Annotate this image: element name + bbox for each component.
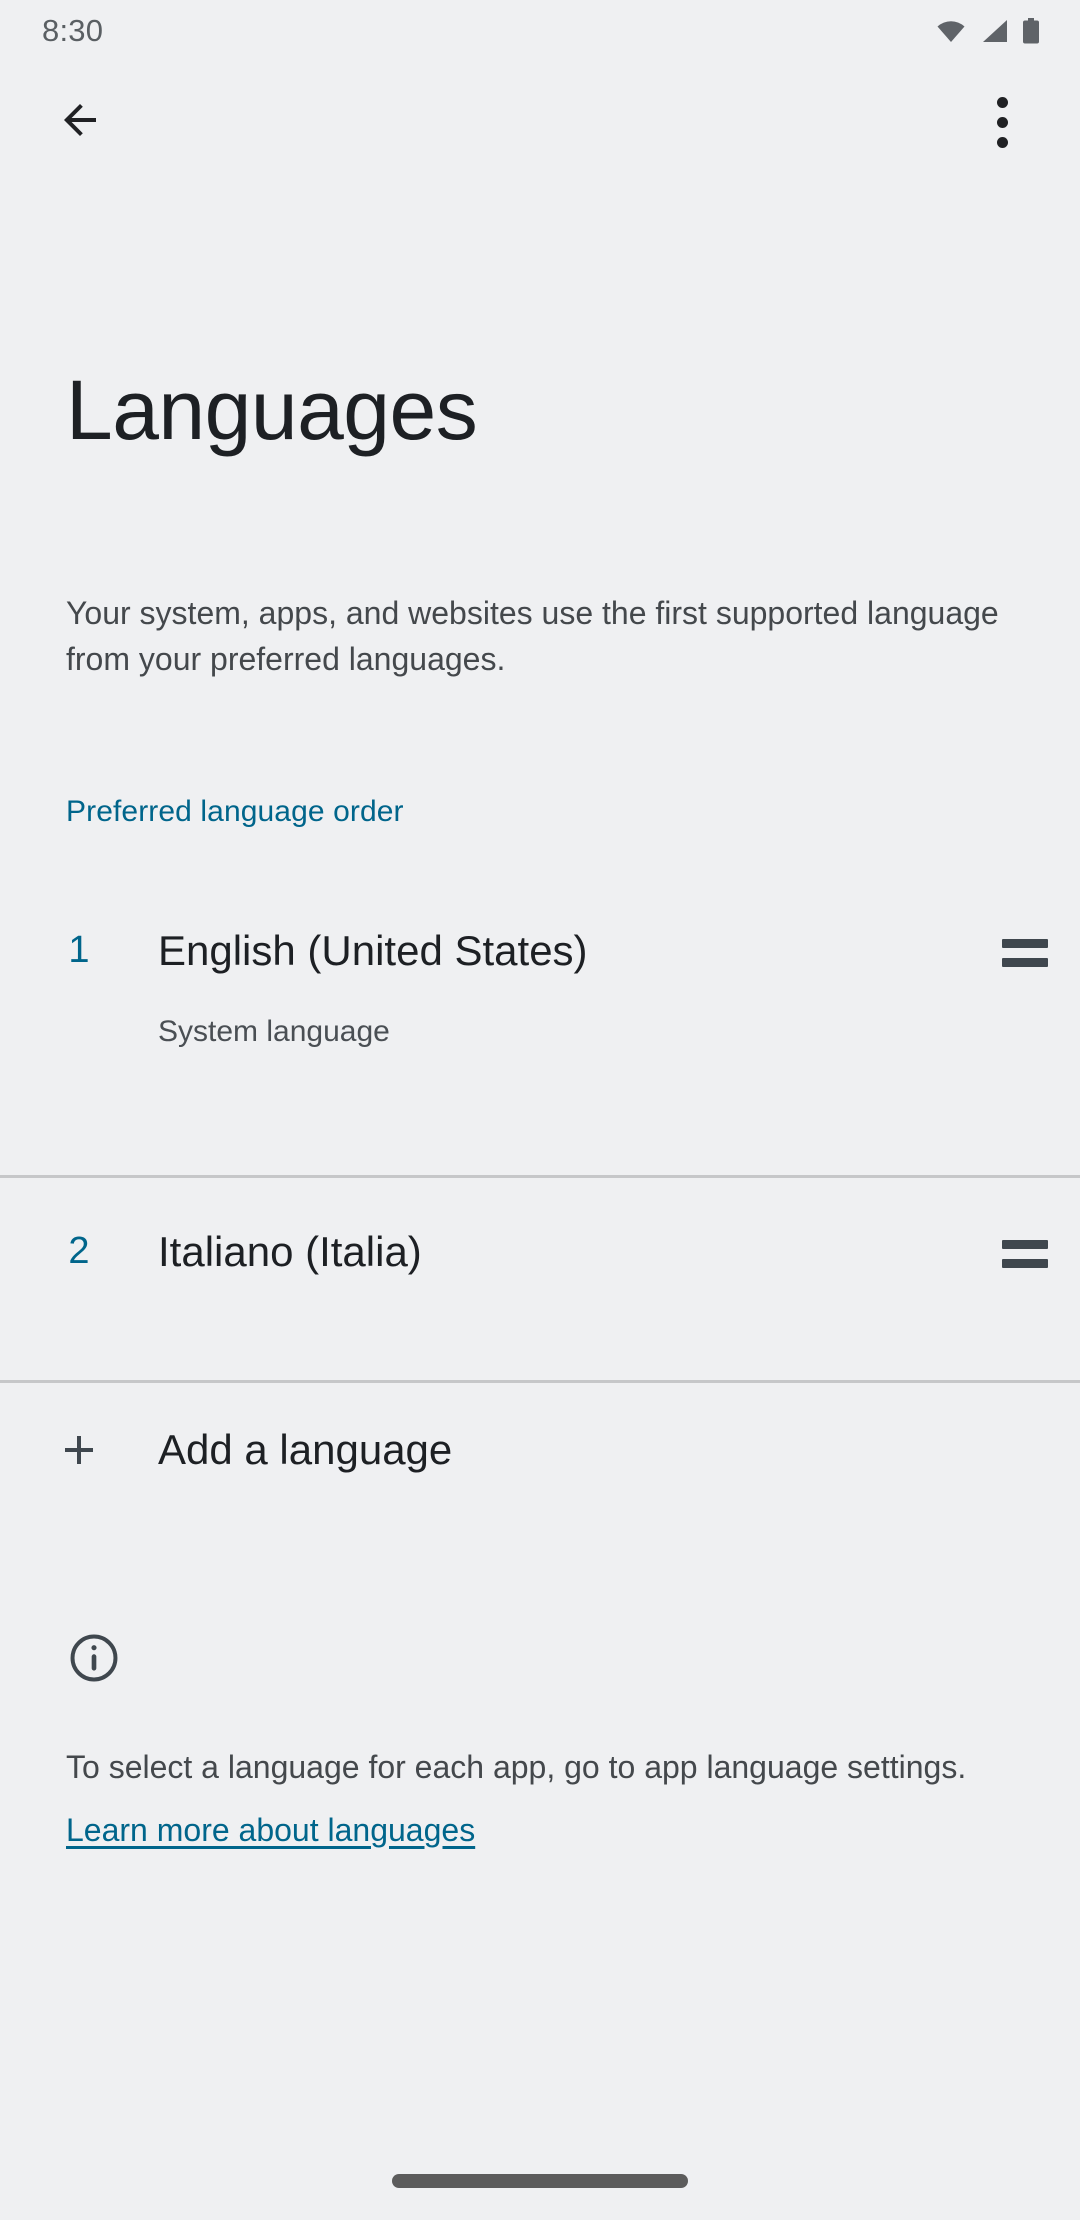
wifi-icon <box>936 19 966 43</box>
language-text-group: English (United States) System language <box>158 925 970 1049</box>
app-language-info-block: To select a language for each app, go to… <box>66 1630 1026 1849</box>
language-row[interactable]: 1 English (United States) System languag… <box>0 877 1080 1175</box>
info-icon <box>66 1630 122 1686</box>
back-arrow-icon <box>56 96 104 149</box>
section-header-preferred-order: Preferred language order <box>66 795 404 828</box>
drag-handle-icon[interactable] <box>970 925 1080 967</box>
home-gesture-pill[interactable] <box>392 2174 688 2188</box>
status-icons <box>936 18 1040 44</box>
back-button[interactable] <box>32 74 128 170</box>
language-text-group: Italiano (Italia) <box>158 1226 970 1278</box>
languages-settings-screen: 8:30 Languages Your system, apps, and we… <box>0 0 1080 2220</box>
drag-handle-icon[interactable] <box>970 1226 1080 1268</box>
page-title: Languages <box>66 363 478 457</box>
language-index: 2 <box>68 1230 90 1272</box>
learn-more-link[interactable]: Learn more about languages <box>66 1812 475 1849</box>
more-options-icon <box>996 96 1008 148</box>
page-description: Your system, apps, and websites use the … <box>66 595 999 677</box>
add-language-label: Add a language <box>158 1426 453 1473</box>
more-options-button[interactable] <box>954 74 1050 170</box>
language-row[interactable]: 2 Italiano (Italia) <box>0 1175 1080 1383</box>
status-bar: 8:30 <box>0 0 1080 62</box>
cellular-signal-icon <box>980 19 1008 43</box>
language-name: English (United States) <box>158 927 588 974</box>
language-name: Italiano (Italia) <box>158 1228 422 1275</box>
add-language-row[interactable]: Add a language <box>0 1390 1080 1510</box>
language-subtitle: System language <box>158 1015 390 1048</box>
status-time: 8:30 <box>42 13 104 48</box>
language-index: 1 <box>68 929 90 971</box>
battery-icon <box>1022 18 1040 44</box>
info-text: To select a language for each app, go to… <box>66 1749 967 1785</box>
app-bar <box>0 62 1080 182</box>
preferred-language-list: 1 English (United States) System languag… <box>0 877 1080 1383</box>
plus-icon <box>0 1426 158 1474</box>
